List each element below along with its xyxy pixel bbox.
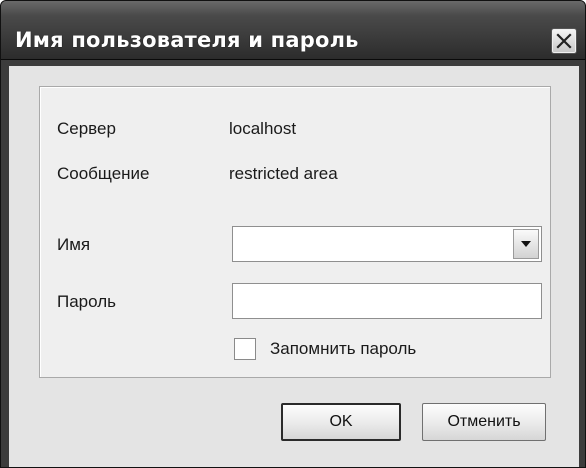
dialog-body: Сервер localhost Сообщение restricted ar… (9, 66, 579, 467)
name-dropdown-button[interactable] (513, 229, 539, 259)
remember-password-label[interactable]: Запомнить пароль (270, 339, 416, 359)
password-field[interactable] (232, 283, 542, 319)
message-value: restricted area (229, 164, 338, 183)
cancel-button[interactable]: Отменить (422, 403, 546, 441)
chevron-down-icon (521, 241, 531, 247)
message-label: Сообщение (57, 164, 150, 183)
title-bar[interactable]: Имя пользователя и пароль (1, 1, 585, 60)
server-value: localhost (229, 119, 297, 138)
password-label: Пароль (57, 292, 116, 311)
login-dialog: Имя пользователя и пароль Сервер localho… (0, 0, 586, 468)
dialog-title: Имя пользователя и пароль (15, 28, 359, 52)
server-label: Сервер (57, 119, 116, 138)
remember-password-checkbox[interactable] (234, 338, 256, 360)
credentials-panel: Сервер localhost Сообщение restricted ar… (39, 86, 551, 378)
password-input[interactable] (233, 284, 541, 318)
ok-button[interactable]: OK (281, 403, 401, 441)
close-icon (556, 33, 572, 49)
name-label: Имя (57, 235, 91, 254)
close-button[interactable] (552, 29, 576, 53)
name-combobox[interactable] (232, 226, 542, 262)
